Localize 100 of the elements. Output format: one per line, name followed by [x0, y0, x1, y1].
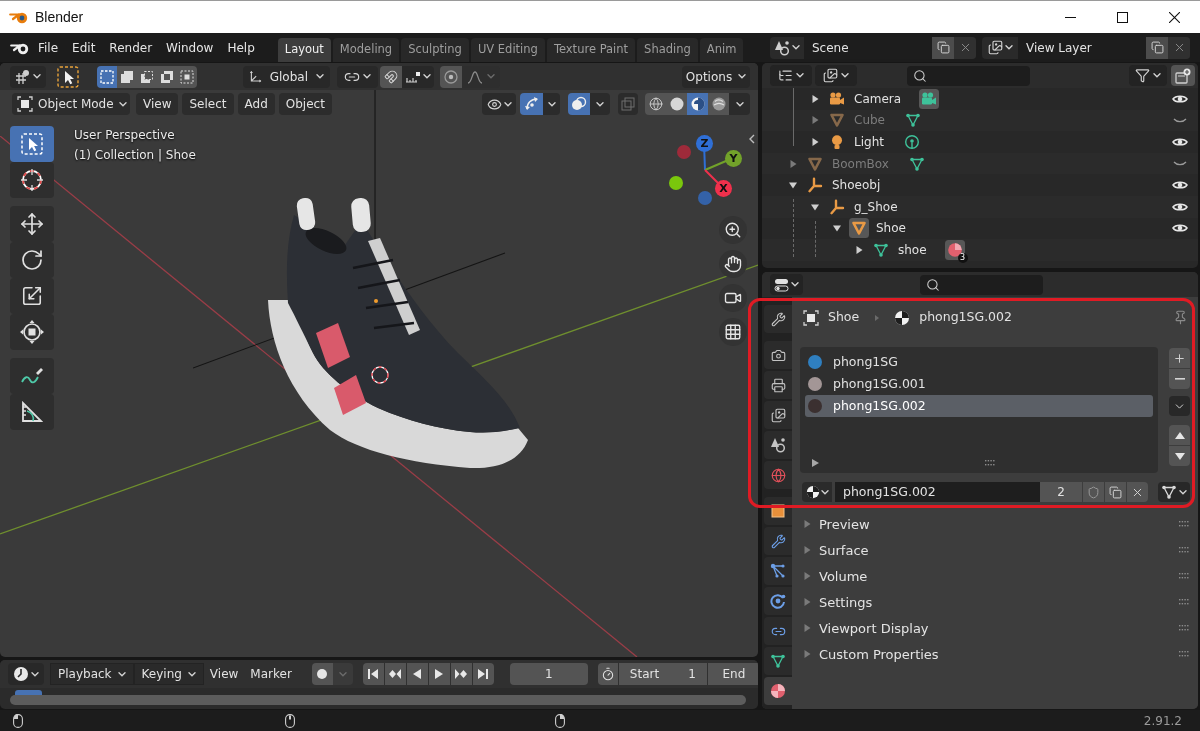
workspace-tab[interactable]: Anim [699, 38, 744, 62]
tool-button[interactable] [10, 394, 54, 430]
snap-target-dropdown[interactable] [402, 65, 434, 88]
current-frame-field[interactable]: 1 [509, 663, 588, 685]
material-browse-dropdown[interactable] [802, 482, 832, 502]
filter-dropdown[interactable] [1129, 65, 1167, 86]
selection-mode-button[interactable] [97, 65, 117, 88]
properties-tab[interactable] [764, 677, 792, 705]
xray-toggle[interactable] [618, 93, 638, 115]
properties-tab[interactable] [764, 431, 792, 459]
shading-button[interactable] [666, 93, 687, 115]
panel-header[interactable]: Viewport Display [800, 615, 1190, 641]
zoom-button[interactable] [719, 216, 747, 244]
workspace-tab[interactable]: Sculpting [401, 38, 469, 62]
menu-item[interactable]: Edit [65, 35, 103, 60]
material-slot[interactable]: phong1SG.002 [805, 395, 1153, 417]
pivot-dropdown[interactable] [10, 65, 46, 88]
tool-button[interactable] [10, 358, 54, 394]
duplicate-button[interactable] [932, 36, 954, 59]
menu-item[interactable]: View [203, 663, 245, 685]
properties-tab[interactable] [764, 305, 792, 333]
timeline-scrollbar[interactable] [10, 695, 746, 705]
closed-eye-icon[interactable] [1173, 117, 1187, 123]
duplicate-button[interactable] [1146, 36, 1168, 59]
workspace-tab[interactable]: Modeling [332, 38, 400, 62]
remove-slot-button[interactable] [1169, 369, 1190, 389]
scene-field[interactable]: Scene [804, 36, 932, 59]
auto-key-toggle[interactable] [311, 663, 333, 685]
shading-dropdown[interactable] [729, 93, 750, 115]
display-mode-dropdown[interactable] [770, 65, 812, 86]
axis-button[interactable]: Y [725, 150, 742, 167]
unlink-button[interactable] [1127, 482, 1148, 502]
playback-button[interactable] [406, 663, 428, 685]
eye-icon[interactable] [1172, 180, 1188, 191]
menu-item[interactable]: Add [237, 93, 275, 115]
closed-eye-icon[interactable] [1173, 161, 1187, 167]
view-layer-field[interactable]: View Layer [1018, 36, 1146, 59]
panel-header[interactable]: Volume [800, 563, 1190, 589]
overlay-dropdown[interactable] [590, 93, 610, 115]
select-tool-button[interactable] [56, 65, 80, 88]
triangle-right-icon[interactable] [811, 138, 819, 146]
playback-button[interactable] [362, 663, 384, 685]
snap-toggle[interactable] [380, 65, 402, 88]
properties-tab[interactable] [764, 557, 792, 585]
search-field[interactable] [920, 274, 1043, 295]
workspace-tab[interactable]: UV Editing [470, 38, 545, 62]
camera-view-button[interactable] [719, 284, 747, 312]
triangle-right-icon[interactable] [855, 245, 863, 254]
tool-button[interactable] [10, 162, 54, 198]
eye-icon[interactable] [1172, 137, 1188, 147]
menu-item[interactable]: Help [220, 35, 262, 60]
ortho-view-button[interactable] [719, 318, 747, 346]
panel-header[interactable]: Custom Properties [800, 641, 1190, 667]
link-mode-dropdown[interactable] [1158, 482, 1190, 502]
user-count-field[interactable]: 2 [1040, 482, 1082, 502]
axis-button[interactable]: X [715, 180, 732, 197]
visibility-dropdown[interactable] [482, 93, 516, 115]
slot-menu-button[interactable] [1169, 396, 1190, 416]
material-slot[interactable]: phong1SG [805, 351, 1153, 373]
menu-item[interactable]: Render [102, 35, 160, 60]
options-dropdown[interactable]: Options [682, 65, 750, 88]
menu-item[interactable]: Object [278, 93, 332, 115]
properties-tab[interactable] [764, 371, 792, 399]
menu-item[interactable]: Select [182, 93, 234, 115]
panel-header[interactable]: Preview [800, 511, 1190, 537]
triangle-down-icon[interactable] [811, 202, 819, 211]
overlay-toggle[interactable] [568, 93, 590, 115]
properties-tab[interactable] [764, 617, 792, 645]
properties-tab[interactable] [764, 527, 792, 555]
shading-button[interactable] [687, 93, 708, 115]
duplicate-button[interactable] [1105, 482, 1126, 502]
unlink-button[interactable] [1168, 36, 1190, 59]
workspace-tab[interactable]: Texture Paint [546, 38, 636, 62]
tool-button[interactable] [10, 314, 54, 350]
menu-dropdown[interactable]: Keying [133, 663, 204, 685]
material-name-field[interactable]: phong1SG.002 [835, 482, 1040, 502]
move-down-button[interactable] [1169, 446, 1190, 466]
triangle-down-icon[interactable] [833, 224, 841, 233]
triangle-down-icon[interactable] [789, 181, 797, 190]
search-field[interactable] [907, 65, 1030, 86]
axis-button[interactable]: Z [696, 135, 713, 152]
eye-icon[interactable] [1172, 223, 1188, 234]
new-collection-button[interactable] [1171, 65, 1195, 86]
chevron-left-icon[interactable] [749, 134, 755, 144]
properties-tab[interactable] [764, 401, 792, 429]
move-up-button[interactable] [1169, 425, 1190, 445]
tool-button[interactable] [10, 126, 54, 162]
editor-type-dropdown[interactable] [770, 274, 803, 295]
playback-button[interactable] [428, 663, 450, 685]
orientation-dropdown[interactable]: Global [243, 65, 330, 88]
playback-button[interactable] [450, 663, 472, 685]
playback-button[interactable] [472, 663, 494, 685]
workspace-tab[interactable]: Shading [637, 38, 698, 62]
properties-tab[interactable] [764, 461, 792, 489]
menu-item[interactable]: View [136, 93, 179, 115]
pivot-link-dropdown[interactable] [337, 65, 378, 88]
proportional-toggle[interactable] [440, 65, 462, 88]
material-slot[interactable]: phong1SG.001 [805, 373, 1153, 395]
shading-button[interactable] [645, 93, 666, 115]
selection-mode-button[interactable] [117, 65, 137, 88]
